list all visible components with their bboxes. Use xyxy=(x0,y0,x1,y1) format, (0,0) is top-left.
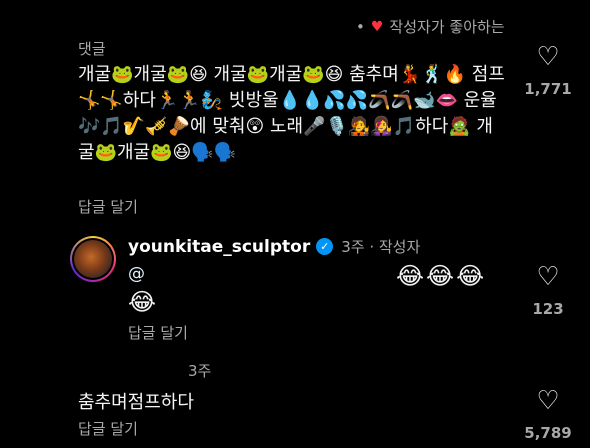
avatar-image xyxy=(74,240,112,278)
comment-timestamp: 3주 xyxy=(188,362,212,380)
bullet: • xyxy=(356,17,365,36)
like-count: 1,771 xyxy=(524,80,572,98)
comment-text: 춤추며점프하다 xyxy=(78,392,194,413)
username-link[interactable]: younkitae_sculptor xyxy=(128,237,310,257)
comment-header: younkitae_sculptor ✓ 3주 · 작성자 xyxy=(128,236,420,257)
reply-button[interactable]: 답글 달기 xyxy=(78,196,138,217)
comment-text: 개굴🐸개굴🐸😆 개굴🐸개굴🐸😆 춤추며💃🕺🔥 점프🤸🤸하다🏃🏃🧞 빗방울💧💧💦💦… xyxy=(78,64,505,163)
like-column: ♡ 1,771 xyxy=(508,44,588,98)
heart-outline-icon[interactable]: ♡ xyxy=(508,44,588,70)
comment-meta: 3주 · 작성자 xyxy=(341,238,421,256)
mention-link[interactable]: @ xyxy=(128,264,145,284)
reply-button[interactable]: 답글 달기 xyxy=(128,322,188,343)
comment-emojis-continued: 😂 xyxy=(128,288,157,316)
verified-badge-icon: ✓ xyxy=(316,238,334,255)
comment-label: 댓글 xyxy=(78,40,106,58)
liked-by-author: • ♥ 작성자가 좋아하는 xyxy=(356,16,505,37)
avatar[interactable] xyxy=(70,236,116,282)
comment-emojis: 😂😂😂 xyxy=(396,262,487,290)
like-count: 123 xyxy=(532,300,564,318)
heart-filled-icon: ♥ xyxy=(370,18,384,35)
liked-by-author-label: 작성자가 좋아하는 xyxy=(389,18,505,36)
like-column: ♡ 5,789 xyxy=(508,388,588,442)
like-count: 5,789 xyxy=(524,424,572,442)
heart-outline-icon[interactable]: ♡ xyxy=(508,388,588,414)
like-column: ♡ 123 xyxy=(508,264,588,318)
heart-outline-icon[interactable]: ♡ xyxy=(508,264,588,290)
reply-button[interactable]: 답글 달기 xyxy=(78,418,138,439)
